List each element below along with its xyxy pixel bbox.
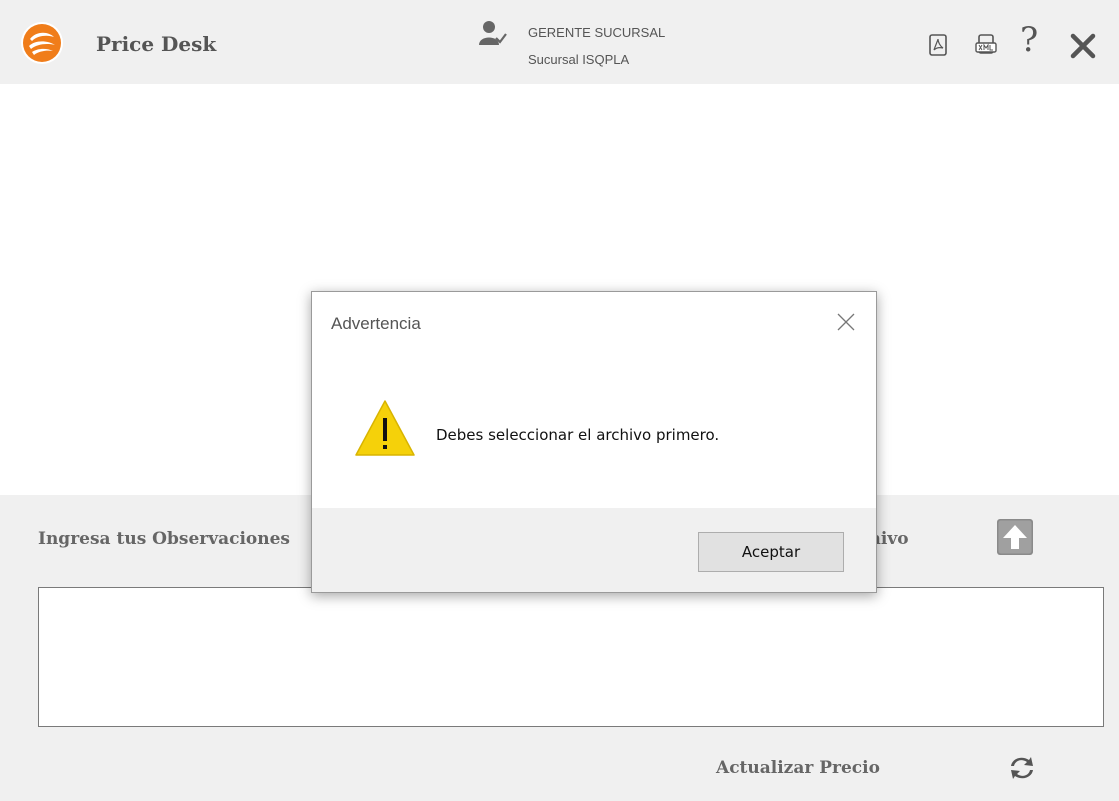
user-branch: Sucursal ISQPLA [528, 52, 630, 67]
close-icon[interactable] [1069, 32, 1097, 60]
dialog-title: Advertencia [331, 314, 421, 333]
price-desk-app: Price Desk GERENTE SUCURSAL Sucursal ISQ… [0, 0, 1119, 801]
dialog-footer: Aceptar [312, 508, 876, 592]
app-title: Price Desk [96, 32, 217, 56]
pdf-icon[interactable] [927, 34, 949, 56]
xml-icon[interactable] [975, 34, 997, 56]
dialog-message: Debes seleccionar el archivo primero. [436, 426, 720, 444]
refresh-icon[interactable] [1005, 751, 1039, 785]
header-bar: Price Desk GERENTE SUCURSAL Sucursal ISQ… [0, 0, 1119, 84]
accept-button[interactable]: Aceptar [698, 532, 844, 572]
warning-icon [355, 400, 415, 456]
update-price-label: Actualizar Precio [716, 758, 880, 778]
user-check-icon [479, 21, 507, 45]
help-icon[interactable]: ? [1020, 20, 1038, 60]
warning-dialog: Advertencia Debes seleccionar el archivo… [311, 291, 877, 593]
upload-file-button[interactable] [997, 519, 1033, 555]
observations-textarea[interactable] [38, 587, 1104, 727]
price-desk-logo [21, 22, 63, 64]
observations-label: Ingresa tus Observaciones [38, 529, 291, 549]
dialog-close-icon[interactable] [836, 312, 856, 332]
user-role: GERENTE SUCURSAL [528, 25, 666, 40]
